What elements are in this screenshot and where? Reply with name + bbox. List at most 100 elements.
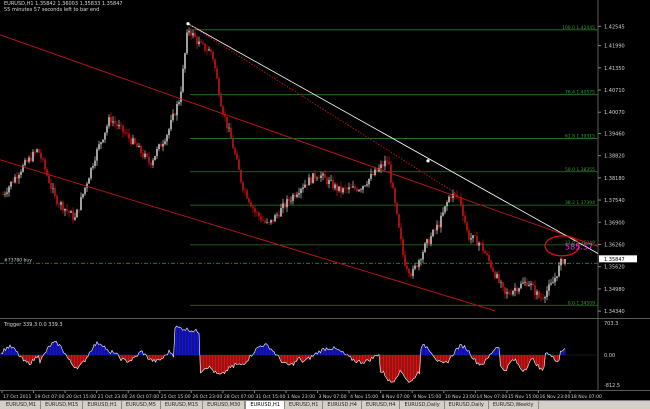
- order-level-label: #73780 buy: [4, 258, 32, 264]
- chart-tab[interactable]: EURUSD,H1: [83, 401, 122, 409]
- candle-body: [536, 291, 538, 295]
- candle-body: [140, 145, 142, 154]
- candle-body: [412, 268, 414, 276]
- candle-body: [348, 187, 350, 190]
- candle-body: [370, 174, 372, 179]
- candle-body: [314, 173, 316, 179]
- channel-upper-line: [0, 34, 599, 247]
- candle-body: [420, 259, 422, 261]
- time-axis: 17 Oct 2011 19 Oct 07:00 20 Oct 15:00 21 Oc…: [1, 391, 602, 400]
- candle-body: [196, 37, 198, 45]
- candle-body: [146, 153, 148, 157]
- candle-body: [234, 148, 236, 154]
- candle-body: [488, 254, 490, 261]
- candle-body: [126, 133, 128, 134]
- candle-body: [124, 132, 126, 134]
- candle-body: [392, 182, 394, 189]
- candle-body: [346, 188, 348, 190]
- candle-body: [330, 179, 332, 181]
- candle-body: [212, 51, 214, 60]
- candle-body: [344, 188, 346, 189]
- candle-body: [434, 229, 436, 231]
- candle-body: [120, 125, 122, 126]
- candle-body: [286, 199, 288, 208]
- candle-body: [4, 193, 6, 195]
- candle-body: [50, 183, 52, 189]
- annotation-label: 585.57: [565, 242, 593, 251]
- candle-body: [64, 208, 66, 211]
- channel-lower-line: [0, 159, 496, 312]
- chart-tab[interactable]: EURUSD,Daily: [445, 401, 489, 409]
- candle-body: [558, 265, 560, 277]
- chart-tab[interactable]: EURUSD,M1: [2, 401, 42, 409]
- candle-body: [312, 173, 314, 184]
- candle-body: [162, 143, 164, 147]
- candle-body: [108, 117, 110, 127]
- price-tick-label: 1.40070: [604, 110, 625, 116]
- candle-body: [292, 194, 294, 201]
- candle-body: [514, 288, 516, 291]
- candle-body: [176, 104, 178, 116]
- indicator-line: [0, 325, 566, 383]
- chart-tab[interactable]: EURUSD,H4: [362, 401, 401, 409]
- candle-body: [230, 127, 232, 139]
- candle-body: [242, 182, 244, 191]
- candle-body: [184, 53, 186, 69]
- price-tick-label: 1.41350: [604, 66, 625, 72]
- candle-body: [374, 169, 376, 176]
- candle-body: [472, 235, 474, 239]
- candle-body: [172, 113, 174, 120]
- candle-body: [484, 251, 486, 254]
- candle-body: [432, 229, 434, 237]
- candle-body: [174, 113, 176, 116]
- candle-body: [218, 78, 220, 96]
- candle-body: [508, 292, 510, 294]
- price-tick-label: 1.36260: [604, 242, 625, 248]
- fib-level-label: 50.0 1.38355: [565, 167, 595, 173]
- candle-body: [532, 283, 534, 286]
- price-chart[interactable]: 1.42545 1.41990 1.41350 1.40710 1.40070 1.394…: [0, 0, 650, 319]
- candle-body: [122, 125, 124, 133]
- candle-body: [564, 259, 566, 264]
- candle-body: [156, 149, 158, 157]
- candle-body: [386, 160, 388, 162]
- candle-body: [188, 30, 190, 33]
- chart-tab[interactable]: EURUSD,Daily: [400, 401, 445, 409]
- candle-body: [2, 194, 4, 196]
- candle-body: [288, 199, 290, 202]
- candle-body: [272, 219, 274, 222]
- fib-level-label: 100.0 1.42445: [562, 25, 595, 31]
- chart-tab[interactable]: EURUSD,M30: [203, 401, 246, 409]
- candle-body: [76, 209, 78, 218]
- candle-body: [144, 153, 146, 158]
- candle-body: [134, 138, 136, 144]
- chart-tab[interactable]: EURUSD,H1: [245, 401, 285, 409]
- current-price-label: 1.35847: [604, 257, 625, 263]
- chart-tab[interactable]: EURUSD,Weekly: [489, 401, 539, 409]
- candle-body: [542, 298, 544, 299]
- candle-body: [302, 187, 304, 189]
- candle-body: [490, 260, 492, 268]
- candle-body: [446, 202, 448, 207]
- candle-body: [520, 283, 522, 289]
- candle-body: [72, 211, 74, 220]
- candle-body: [422, 252, 424, 260]
- chart-tab[interactable]: EURUSD,H1: [285, 401, 324, 409]
- candle-body: [512, 290, 514, 295]
- price-tick-label: 1.36900: [604, 220, 625, 226]
- candle-body: [208, 49, 210, 51]
- candle-body: [128, 133, 130, 139]
- chart-tab[interactable]: EURUSD,M15: [41, 401, 84, 409]
- chart-tab[interactable]: EURUSD,H4: [323, 401, 362, 409]
- candle-body: [540, 297, 542, 299]
- candle-body: [262, 220, 264, 221]
- price-tick-label: 1.34980: [604, 287, 625, 293]
- candle-body: [190, 30, 192, 36]
- trendline-anchor-point: [186, 22, 190, 26]
- candle-body: [430, 236, 432, 244]
- candle-body: [338, 186, 340, 191]
- chart-tab[interactable]: EURUSD,M5: [122, 401, 161, 409]
- chart-tab[interactable]: EURUSD,M15: [161, 401, 204, 409]
- indicator-panel[interactable]: Trigger 339.3 0.0 339.3 703.3 0.00 -812.5: [0, 319, 650, 391]
- candle-body: [504, 287, 506, 294]
